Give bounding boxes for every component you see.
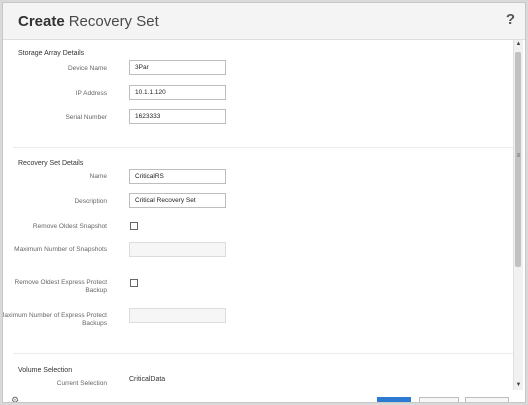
section-divider xyxy=(13,353,514,354)
grip-icon: ≡ xyxy=(516,153,521,159)
dialog-title: Create Recovery Set xyxy=(18,13,159,30)
secondary-action-button[interactable] xyxy=(419,397,459,402)
max-snapshots-field[interactable] xyxy=(129,242,226,257)
remove-oldest-snapshot-checkbox[interactable] xyxy=(130,222,138,230)
ip-address-label: IP Address xyxy=(75,90,107,97)
vertical-scrollbar[interactable]: ▲ ≡ ▼ xyxy=(513,40,523,390)
scroll-down-icon[interactable]: ▼ xyxy=(514,381,523,390)
current-selection-value: CriticalData xyxy=(129,376,166,383)
max-express-field[interactable] xyxy=(129,308,226,323)
help-icon[interactable]: ? xyxy=(506,11,515,28)
name-field[interactable]: CriticalRS xyxy=(129,169,226,184)
device-name-field[interactable]: 3Par xyxy=(129,60,226,75)
name-label: Name xyxy=(89,173,107,180)
description-field[interactable]: Critical Recovery Set xyxy=(129,193,226,208)
dialog-title-bold: Create xyxy=(18,13,65,30)
dialog-content: Storage Array Details Device Name 3Par I… xyxy=(3,39,514,402)
gear-icon[interactable]: ⚙ xyxy=(11,396,25,403)
scroll-up-icon[interactable]: ▲ xyxy=(514,40,523,49)
cancel-button[interactable] xyxy=(465,397,509,402)
primary-action-button[interactable] xyxy=(377,397,411,402)
remove-oldest-express-checkbox[interactable] xyxy=(130,279,138,287)
serial-number-field[interactable]: 1623333 xyxy=(129,109,226,124)
max-snapshots-label: Maximum Number of Snapshots xyxy=(14,246,107,253)
remove-oldest-express-label: Remove Oldest Express Protect Backup xyxy=(14,279,107,294)
recovery-section-title: Recovery Set Details xyxy=(18,160,84,167)
remove-oldest-snapshot-label: Remove Oldest Snapshot xyxy=(32,223,107,230)
ip-address-field[interactable]: 10.1.1.120 xyxy=(129,85,226,100)
dialog-title-rest: Recovery Set xyxy=(68,13,159,30)
volume-section-title: Volume Selection xyxy=(18,367,73,374)
section-divider xyxy=(13,147,514,148)
max-express-label: Maximum Number of Express Protect Backup… xyxy=(3,312,107,327)
serial-number-label: Serial Number xyxy=(65,114,107,121)
scroll-thumb[interactable] xyxy=(515,52,521,267)
create-recovery-set-dialog: Create Recovery Set ? Storage Array Detai… xyxy=(2,2,526,403)
current-selection-label: Current Selection xyxy=(56,380,107,387)
device-name-label: Device Name xyxy=(67,65,107,72)
storage-section-title: Storage Array Details xyxy=(18,50,85,57)
dialog-header: Create Recovery Set ? xyxy=(3,3,525,40)
description-label: Description xyxy=(74,198,107,205)
